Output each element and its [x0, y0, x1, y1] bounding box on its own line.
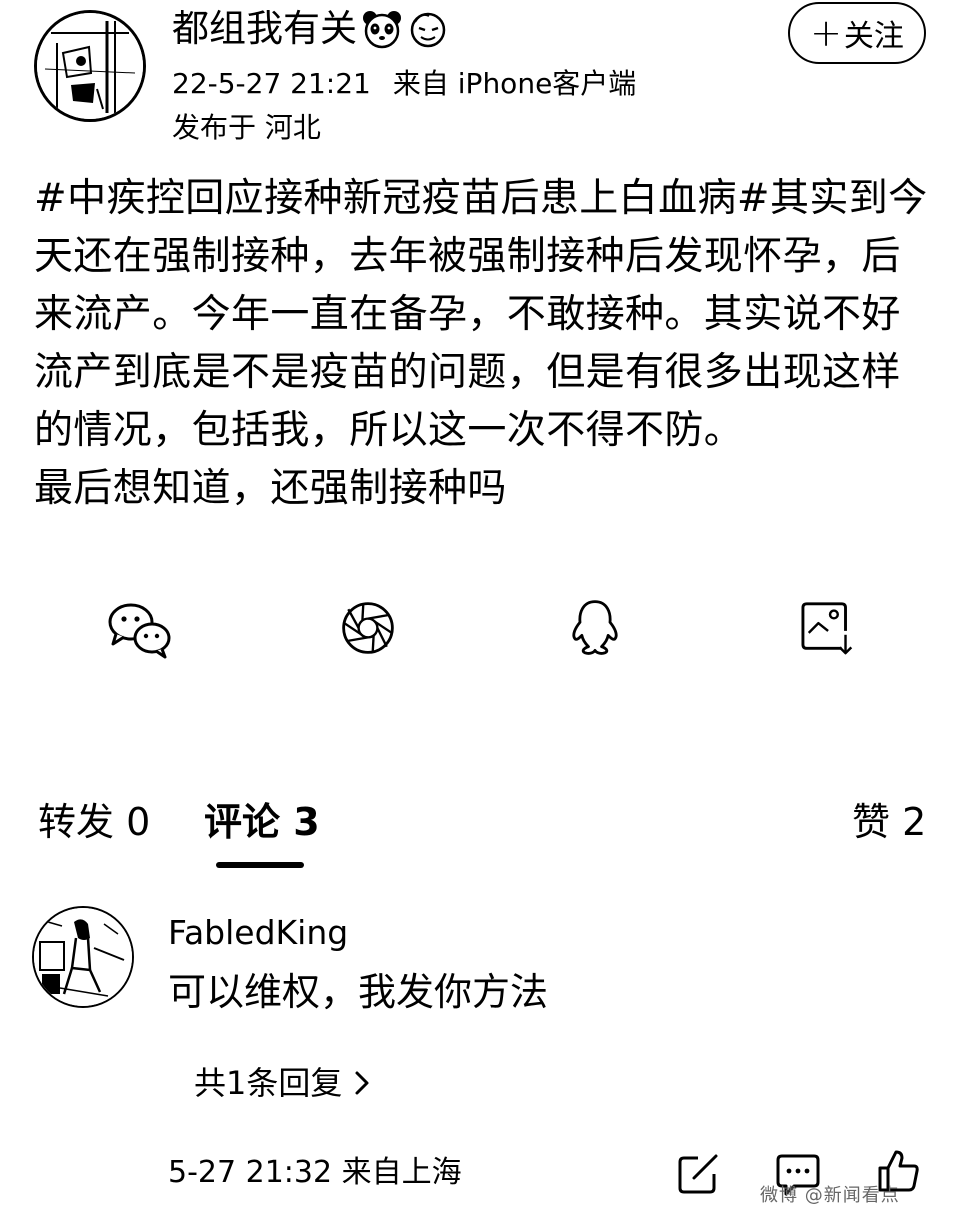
commenter-avatar[interactable]: [32, 906, 134, 1008]
chevron-right-icon: [355, 1071, 369, 1095]
tab-likes[interactable]: 赞 2: [852, 796, 926, 848]
wechat-icon[interactable]: [104, 600, 174, 660]
reply-count: 共1条回复: [194, 1064, 343, 1102]
share-icon[interactable]: [676, 1152, 720, 1196]
post-meta: 22-5-27 21:21 来自 iPhone客户端: [172, 62, 636, 106]
plus-icon: +: [810, 11, 842, 55]
post-location: 发布于 河北: [172, 111, 321, 144]
author-avatar-image: [37, 13, 143, 119]
follow-button[interactable]: + 关注: [788, 2, 926, 64]
comment-location: 来自上海: [341, 1155, 462, 1190]
commenter-name[interactable]: FabledKing: [168, 910, 348, 956]
author-name-row: 都组我有关: [172, 4, 449, 54]
comment-meta: 5-27 21:32 来自上海: [168, 1148, 462, 1198]
tab-repost[interactable]: 转发 0: [38, 796, 150, 848]
post-source: 来自 iPhone客户端: [392, 67, 637, 100]
view-replies-link[interactable]: 共1条回复: [194, 1058, 370, 1108]
qq-icon[interactable]: [560, 596, 630, 656]
post-body-paragraph: #中疾控回应接种新冠疫苗后患上白血病#其实到今天还在强制接种，去年被强制接种后发…: [34, 176, 928, 453]
watermark: 微博 @新闻看点: [760, 1185, 900, 1206]
active-tab-indicator: [216, 862, 304, 868]
tab-comments[interactable]: 评论 3: [204, 796, 320, 848]
author-name[interactable]: 都组我有关: [172, 4, 357, 54]
panda-icon: [363, 11, 401, 49]
commenter-avatar-image: [34, 908, 132, 1006]
follow-label: 关注: [843, 19, 904, 54]
comment-time: 5-27 21:32: [168, 1155, 333, 1190]
face-icon: [410, 12, 446, 48]
moments-icon[interactable]: [333, 598, 403, 658]
post-time: 22-5-27 21:21: [172, 67, 371, 100]
comment-text: 可以维权，我发你方法: [168, 970, 549, 1014]
save-image-icon[interactable]: [796, 598, 866, 658]
post-body-paragraph: 最后想知道，还强制接种吗: [34, 466, 507, 511]
post-body: #中疾控回应接种新冠疫苗后患上白血病#其实到今天还在强制接种，去年被强制接种后发…: [34, 170, 934, 518]
author-avatar[interactable]: [34, 10, 146, 122]
